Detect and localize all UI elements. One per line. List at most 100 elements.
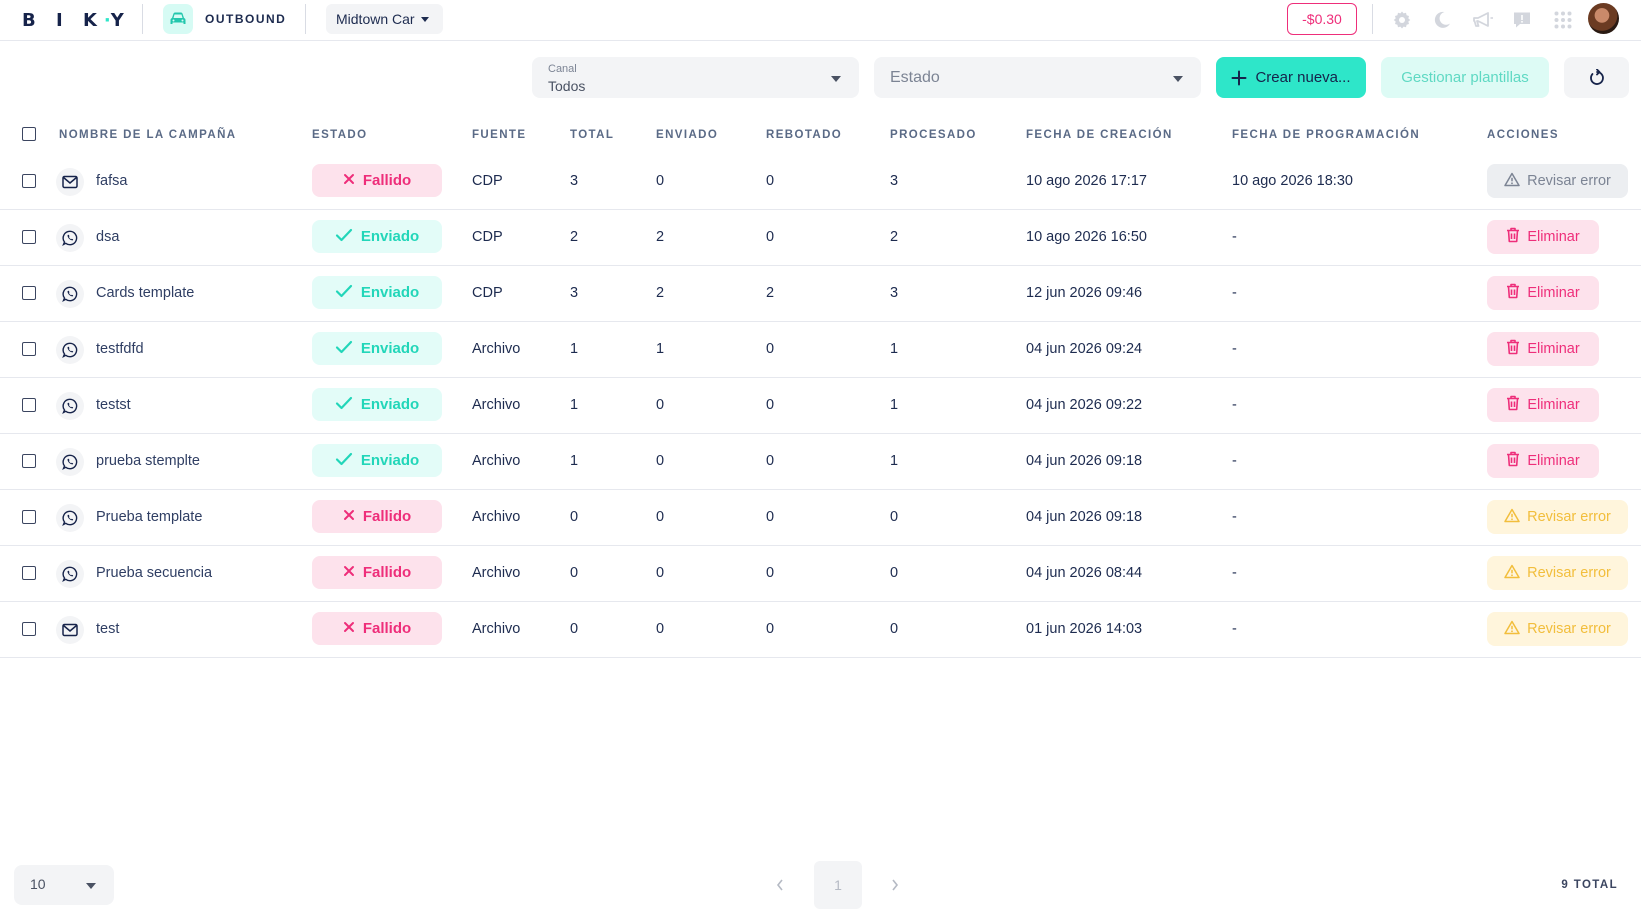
prev-page-button[interactable]	[768, 873, 792, 897]
campaign-name[interactable]: testst	[96, 397, 131, 413]
total-cell: 3	[570, 173, 579, 189]
column-header[interactable]: PROCESADO	[890, 129, 977, 141]
row-checkbox[interactable]	[22, 342, 36, 356]
canal-label: Canal	[548, 63, 577, 75]
balance-badge[interactable]: -$0.30	[1287, 3, 1357, 35]
bounced-cell: 0	[766, 453, 775, 469]
row-checkbox[interactable]	[22, 230, 36, 244]
scheduled-date-cell: -	[1232, 285, 1237, 301]
scheduled-date-cell: -	[1232, 341, 1237, 357]
campaign-name[interactable]: Prueba template	[96, 509, 202, 525]
divider	[142, 4, 143, 34]
whatsapp-icon	[56, 336, 84, 364]
bounced-cell: 0	[766, 509, 775, 525]
row-checkbox[interactable]	[22, 398, 36, 412]
campaign-name[interactable]: Prueba secuencia	[96, 565, 212, 581]
action-label: Revisar error	[1527, 509, 1611, 525]
campaign-name[interactable]: fafsa	[96, 173, 127, 189]
source-cell: Archivo	[472, 341, 521, 357]
select-all-checkbox[interactable]	[22, 127, 36, 141]
campaign-name[interactable]: prueba stemplte	[96, 453, 200, 469]
row-checkbox[interactable]	[22, 510, 36, 524]
whatsapp-icon	[56, 224, 84, 252]
table-row[interactable]: fafsa Fallido CDP 3 0 0 3 10 ago 2026 17…	[0, 154, 1641, 210]
megaphone-icon[interactable]	[1471, 8, 1495, 32]
row-checkbox[interactable]	[22, 174, 36, 188]
manage-templates-button[interactable]: Gestionar plantillas	[1381, 57, 1549, 98]
moon-icon[interactable]	[1430, 8, 1454, 32]
delete-button[interactable]: Eliminar	[1487, 388, 1599, 422]
chat-alert-icon[interactable]	[1510, 8, 1534, 32]
table-row[interactable]: test Fallido Archivo 0 0 0 0 01 jun 2026…	[0, 602, 1641, 658]
table-row[interactable]: dsa Enviado CDP 2 2 0 2 10 ago 2026 16:5…	[0, 210, 1641, 266]
delete-button[interactable]: Eliminar	[1487, 276, 1599, 310]
table-row[interactable]: Prueba secuencia Fallido Archivo 0 0 0 0…	[0, 546, 1641, 602]
delete-button[interactable]: Eliminar	[1487, 220, 1599, 254]
divider	[1372, 4, 1373, 34]
campaign-name[interactable]: test	[96, 621, 119, 637]
table-row[interactable]: Prueba template Fallido Archivo 0 0 0 0 …	[0, 490, 1641, 546]
delete-button[interactable]: Eliminar	[1487, 444, 1599, 478]
next-page-button[interactable]	[883, 873, 907, 897]
status-label: Fallido	[362, 620, 412, 637]
canal-select[interactable]: Canal Todos	[532, 57, 859, 98]
column-header[interactable]: ESTADO	[312, 129, 367, 141]
processed-cell: 3	[890, 285, 899, 301]
chevron-down-icon	[86, 883, 96, 889]
row-checkbox[interactable]	[22, 622, 36, 636]
delete-button[interactable]: Eliminar	[1487, 332, 1599, 366]
sent-cell: 0	[656, 173, 665, 189]
scheduled-date-cell: 10 ago 2026 18:30	[1232, 173, 1353, 189]
campaign-name[interactable]: dsa	[96, 229, 119, 245]
review-error-button[interactable]: Revisar error	[1487, 164, 1628, 198]
page-size-select[interactable]: 10	[14, 865, 114, 905]
source-cell: CDP	[472, 229, 503, 245]
table-row[interactable]: prueba stemplte Enviado Archivo 1 0 0 1 …	[0, 434, 1641, 490]
action-label: Eliminar	[1527, 341, 1580, 357]
status-badge: Fallido	[312, 612, 442, 645]
status-badge: Fallido	[312, 500, 442, 533]
column-header[interactable]: ENVIADO	[656, 129, 718, 141]
table-row[interactable]: testfdfd Enviado Archivo 1 1 0 1 04 jun …	[0, 322, 1641, 378]
bounced-cell: 2	[766, 285, 775, 301]
gear-icon[interactable]	[1390, 8, 1414, 32]
create-campaign-button[interactable]: Crear nueva...	[1216, 57, 1366, 98]
close-icon	[343, 564, 355, 581]
company-selector[interactable]: Midtown Car	[326, 4, 443, 34]
column-header[interactable]: REBOTADO	[766, 129, 842, 141]
company-name: Midtown Car	[336, 11, 415, 27]
created-date-cell: 10 ago 2026 17:17	[1026, 173, 1147, 189]
column-header[interactable]: FECHA DE CREACIÓN	[1026, 129, 1173, 141]
created-date-cell: 04 jun 2026 08:44	[1026, 565, 1143, 581]
app-logo[interactable]: B I K·Y	[22, 10, 131, 31]
campaign-name[interactable]: Cards template	[96, 285, 194, 301]
page-number-button[interactable]: 1	[814, 861, 862, 909]
module-label: OUTBOUND	[205, 12, 287, 26]
row-checkbox[interactable]	[22, 286, 36, 300]
apps-grid-icon[interactable]	[1551, 8, 1575, 32]
avatar[interactable]	[1588, 3, 1619, 34]
column-header[interactable]: FUENTE	[472, 129, 526, 141]
refresh-button[interactable]	[1564, 57, 1629, 98]
column-header[interactable]: NOMBRE DE LA CAMPAÑA	[59, 129, 237, 141]
campaign-name[interactable]: testfdfd	[96, 341, 144, 357]
created-date-cell: 12 jun 2026 09:46	[1026, 285, 1143, 301]
source-cell: CDP	[472, 173, 503, 189]
created-date-cell: 04 jun 2026 09:18	[1026, 509, 1143, 525]
column-header[interactable]: FECHA DE PROGRAMACIÓN	[1232, 129, 1420, 141]
row-checkbox[interactable]	[22, 454, 36, 468]
scheduled-date-cell: -	[1232, 453, 1237, 469]
row-checkbox[interactable]	[22, 566, 36, 580]
chevron-down-icon	[420, 16, 429, 22]
review-error-button[interactable]: Revisar error	[1487, 500, 1628, 534]
check-icon	[335, 340, 353, 358]
estado-select[interactable]: Estado	[874, 57, 1201, 98]
status-badge: Enviado	[312, 444, 442, 477]
review-error-button[interactable]: Revisar error	[1487, 556, 1628, 590]
review-error-button[interactable]: Revisar error	[1487, 612, 1628, 646]
column-header[interactable]: TOTAL	[570, 129, 614, 141]
table-row[interactable]: Cards template Enviado CDP 3 2 2 3 12 ju…	[0, 266, 1641, 322]
source-cell: Archivo	[472, 397, 521, 413]
table-row[interactable]: testst Enviado Archivo 1 0 0 1 04 jun 20…	[0, 378, 1641, 434]
action-label: Revisar error	[1527, 621, 1611, 637]
